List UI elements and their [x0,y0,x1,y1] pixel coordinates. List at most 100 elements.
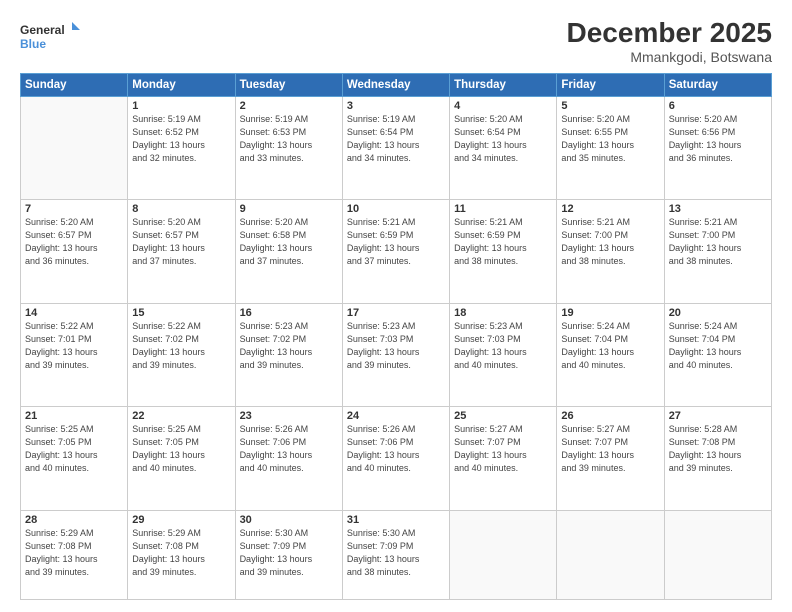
logo: General Blue [20,18,80,54]
day-info: Sunrise: 5:21 AM Sunset: 6:59 PM Dayligh… [454,216,552,268]
day-number: 14 [25,307,123,319]
table-row: 28Sunrise: 5:29 AM Sunset: 7:08 PM Dayli… [21,510,128,599]
col-friday: Friday [557,73,664,96]
day-info: Sunrise: 5:22 AM Sunset: 7:02 PM Dayligh… [132,320,230,372]
table-row: 1Sunrise: 5:19 AM Sunset: 6:52 PM Daylig… [128,96,235,199]
day-info: Sunrise: 5:23 AM Sunset: 7:02 PM Dayligh… [240,320,338,372]
day-number: 11 [454,203,552,215]
day-info: Sunrise: 5:26 AM Sunset: 7:06 PM Dayligh… [240,423,338,475]
day-info: Sunrise: 5:20 AM Sunset: 6:58 PM Dayligh… [240,216,338,268]
table-row: 6Sunrise: 5:20 AM Sunset: 6:56 PM Daylig… [664,96,771,199]
day-number: 26 [561,410,659,422]
day-number: 1 [132,100,230,112]
day-number: 3 [347,100,445,112]
day-number: 25 [454,410,552,422]
day-info: Sunrise: 5:23 AM Sunset: 7:03 PM Dayligh… [347,320,445,372]
logo-svg: General Blue [20,18,80,54]
table-row [450,510,557,599]
day-info: Sunrise: 5:25 AM Sunset: 7:05 PM Dayligh… [132,423,230,475]
day-number: 4 [454,100,552,112]
day-number: 8 [132,203,230,215]
day-info: Sunrise: 5:23 AM Sunset: 7:03 PM Dayligh… [454,320,552,372]
day-info: Sunrise: 5:30 AM Sunset: 7:09 PM Dayligh… [347,527,445,579]
day-info: Sunrise: 5:29 AM Sunset: 7:08 PM Dayligh… [132,527,230,579]
table-row: 31Sunrise: 5:30 AM Sunset: 7:09 PM Dayli… [342,510,449,599]
page: General Blue December 2025 Mmankgodi, Bo… [0,0,792,612]
table-row: 19Sunrise: 5:24 AM Sunset: 7:04 PM Dayli… [557,303,664,406]
day-number: 27 [669,410,767,422]
day-info: Sunrise: 5:28 AM Sunset: 7:08 PM Dayligh… [669,423,767,475]
day-number: 13 [669,203,767,215]
table-row: 2Sunrise: 5:19 AM Sunset: 6:53 PM Daylig… [235,96,342,199]
table-row: 11Sunrise: 5:21 AM Sunset: 6:59 PM Dayli… [450,200,557,303]
day-info: Sunrise: 5:24 AM Sunset: 7:04 PM Dayligh… [669,320,767,372]
day-number: 15 [132,307,230,319]
day-info: Sunrise: 5:20 AM Sunset: 6:57 PM Dayligh… [25,216,123,268]
day-number: 5 [561,100,659,112]
day-number: 10 [347,203,445,215]
title-block: December 2025 Mmankgodi, Botswana [567,18,772,65]
day-number: 21 [25,410,123,422]
calendar-header-row: Sunday Monday Tuesday Wednesday Thursday… [21,73,772,96]
col-saturday: Saturday [664,73,771,96]
table-row: 25Sunrise: 5:27 AM Sunset: 7:07 PM Dayli… [450,407,557,510]
day-info: Sunrise: 5:21 AM Sunset: 7:00 PM Dayligh… [669,216,767,268]
table-row: 21Sunrise: 5:25 AM Sunset: 7:05 PM Dayli… [21,407,128,510]
table-row: 30Sunrise: 5:30 AM Sunset: 7:09 PM Dayli… [235,510,342,599]
table-row: 22Sunrise: 5:25 AM Sunset: 7:05 PM Dayli… [128,407,235,510]
day-number: 29 [132,514,230,526]
col-tuesday: Tuesday [235,73,342,96]
svg-text:Blue: Blue [20,37,46,51]
day-number: 20 [669,307,767,319]
day-info: Sunrise: 5:25 AM Sunset: 7:05 PM Dayligh… [25,423,123,475]
table-row: 4Sunrise: 5:20 AM Sunset: 6:54 PM Daylig… [450,96,557,199]
calendar: Sunday Monday Tuesday Wednesday Thursday… [20,73,772,600]
col-monday: Monday [128,73,235,96]
svg-text:General: General [20,23,65,37]
day-number: 7 [25,203,123,215]
day-info: Sunrise: 5:27 AM Sunset: 7:07 PM Dayligh… [454,423,552,475]
day-number: 30 [240,514,338,526]
table-row: 27Sunrise: 5:28 AM Sunset: 7:08 PM Dayli… [664,407,771,510]
day-info: Sunrise: 5:30 AM Sunset: 7:09 PM Dayligh… [240,527,338,579]
day-info: Sunrise: 5:27 AM Sunset: 7:07 PM Dayligh… [561,423,659,475]
day-info: Sunrise: 5:19 AM Sunset: 6:54 PM Dayligh… [347,113,445,165]
table-row: 5Sunrise: 5:20 AM Sunset: 6:55 PM Daylig… [557,96,664,199]
day-info: Sunrise: 5:21 AM Sunset: 6:59 PM Dayligh… [347,216,445,268]
day-number: 24 [347,410,445,422]
table-row [21,96,128,199]
day-number: 9 [240,203,338,215]
table-row [664,510,771,599]
day-number: 22 [132,410,230,422]
table-row: 9Sunrise: 5:20 AM Sunset: 6:58 PM Daylig… [235,200,342,303]
day-number: 19 [561,307,659,319]
table-row: 13Sunrise: 5:21 AM Sunset: 7:00 PM Dayli… [664,200,771,303]
day-number: 18 [454,307,552,319]
table-row [557,510,664,599]
table-row: 3Sunrise: 5:19 AM Sunset: 6:54 PM Daylig… [342,96,449,199]
day-info: Sunrise: 5:19 AM Sunset: 6:53 PM Dayligh… [240,113,338,165]
table-row: 12Sunrise: 5:21 AM Sunset: 7:00 PM Dayli… [557,200,664,303]
table-row: 17Sunrise: 5:23 AM Sunset: 7:03 PM Dayli… [342,303,449,406]
table-row: 15Sunrise: 5:22 AM Sunset: 7:02 PM Dayli… [128,303,235,406]
col-wednesday: Wednesday [342,73,449,96]
day-number: 12 [561,203,659,215]
day-number: 31 [347,514,445,526]
day-number: 17 [347,307,445,319]
day-number: 16 [240,307,338,319]
day-info: Sunrise: 5:20 AM Sunset: 6:54 PM Dayligh… [454,113,552,165]
table-row: 16Sunrise: 5:23 AM Sunset: 7:02 PM Dayli… [235,303,342,406]
day-info: Sunrise: 5:20 AM Sunset: 6:57 PM Dayligh… [132,216,230,268]
table-row: 24Sunrise: 5:26 AM Sunset: 7:06 PM Dayli… [342,407,449,510]
table-row: 20Sunrise: 5:24 AM Sunset: 7:04 PM Dayli… [664,303,771,406]
day-number: 28 [25,514,123,526]
day-number: 23 [240,410,338,422]
day-info: Sunrise: 5:21 AM Sunset: 7:00 PM Dayligh… [561,216,659,268]
day-info: Sunrise: 5:20 AM Sunset: 6:56 PM Dayligh… [669,113,767,165]
col-sunday: Sunday [21,73,128,96]
day-info: Sunrise: 5:20 AM Sunset: 6:55 PM Dayligh… [561,113,659,165]
table-row: 18Sunrise: 5:23 AM Sunset: 7:03 PM Dayli… [450,303,557,406]
day-info: Sunrise: 5:29 AM Sunset: 7:08 PM Dayligh… [25,527,123,579]
day-info: Sunrise: 5:19 AM Sunset: 6:52 PM Dayligh… [132,113,230,165]
table-row: 14Sunrise: 5:22 AM Sunset: 7:01 PM Dayli… [21,303,128,406]
